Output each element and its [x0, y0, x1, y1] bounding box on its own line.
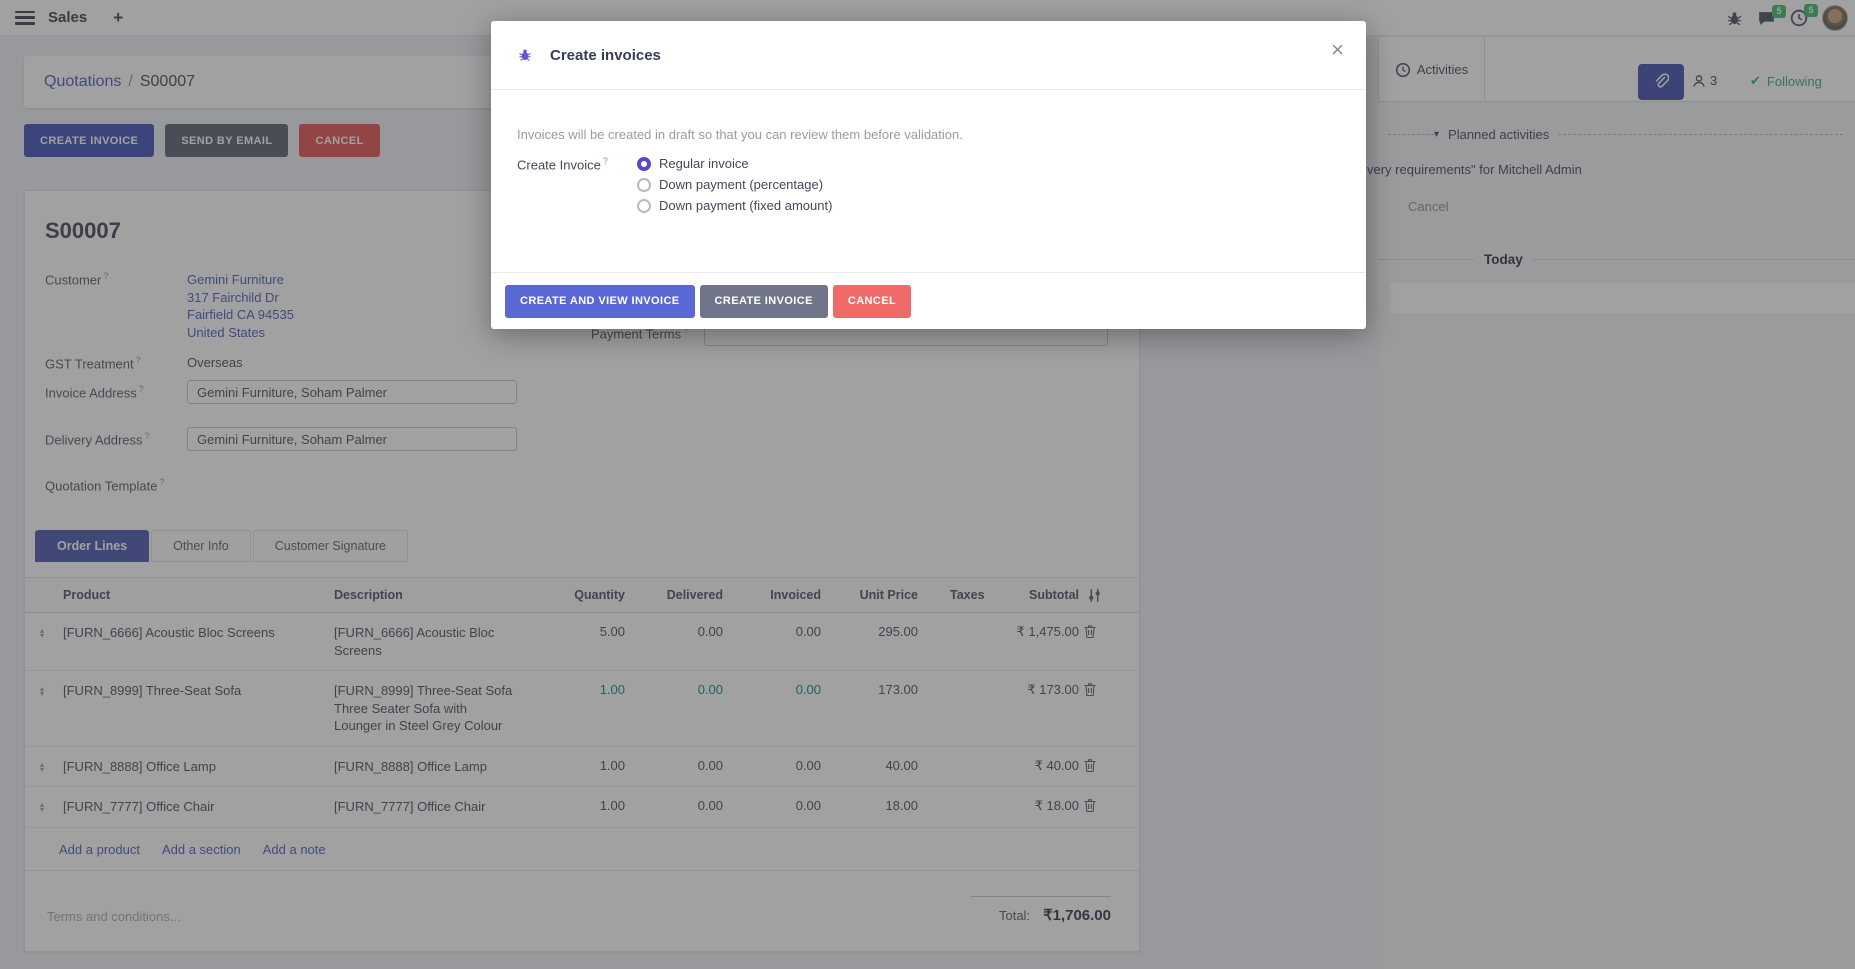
radio-icon — [637, 199, 651, 213]
create-and-view-invoice-button[interactable]: CREATE AND VIEW INVOICE — [505, 285, 695, 318]
radio-regular-invoice[interactable]: Regular invoice — [637, 156, 832, 171]
create-invoice-field-label: Create Invoice? — [517, 156, 637, 213]
invoice-type-radio-group: Regular invoice Down payment (percentage… — [637, 156, 832, 213]
radio-down-payment-fixed[interactable]: Down payment (fixed amount) — [637, 198, 832, 213]
dialog-title: Create invoices — [550, 47, 661, 64]
close-icon[interactable]: × — [1331, 37, 1344, 63]
bug-icon — [517, 47, 533, 63]
create-invoice-modal-button[interactable]: CREATE INVOICE — [700, 285, 828, 318]
dialog-footer: CREATE AND VIEW INVOICE CREATE INVOICE C… — [491, 272, 1366, 329]
create-invoices-dialog: Create invoices × Invoices will be creat… — [491, 21, 1366, 329]
dialog-header: Create invoices × — [491, 21, 1366, 90]
radio-icon — [637, 157, 651, 171]
dialog-body: Invoices will be created in draft so tha… — [491, 90, 1366, 213]
cancel-modal-button[interactable]: CANCEL — [833, 285, 911, 318]
radio-down-payment-percentage[interactable]: Down payment (percentage) — [637, 177, 832, 192]
dialog-note: Invoices will be created in draft so tha… — [517, 127, 1340, 142]
radio-icon — [637, 178, 651, 192]
